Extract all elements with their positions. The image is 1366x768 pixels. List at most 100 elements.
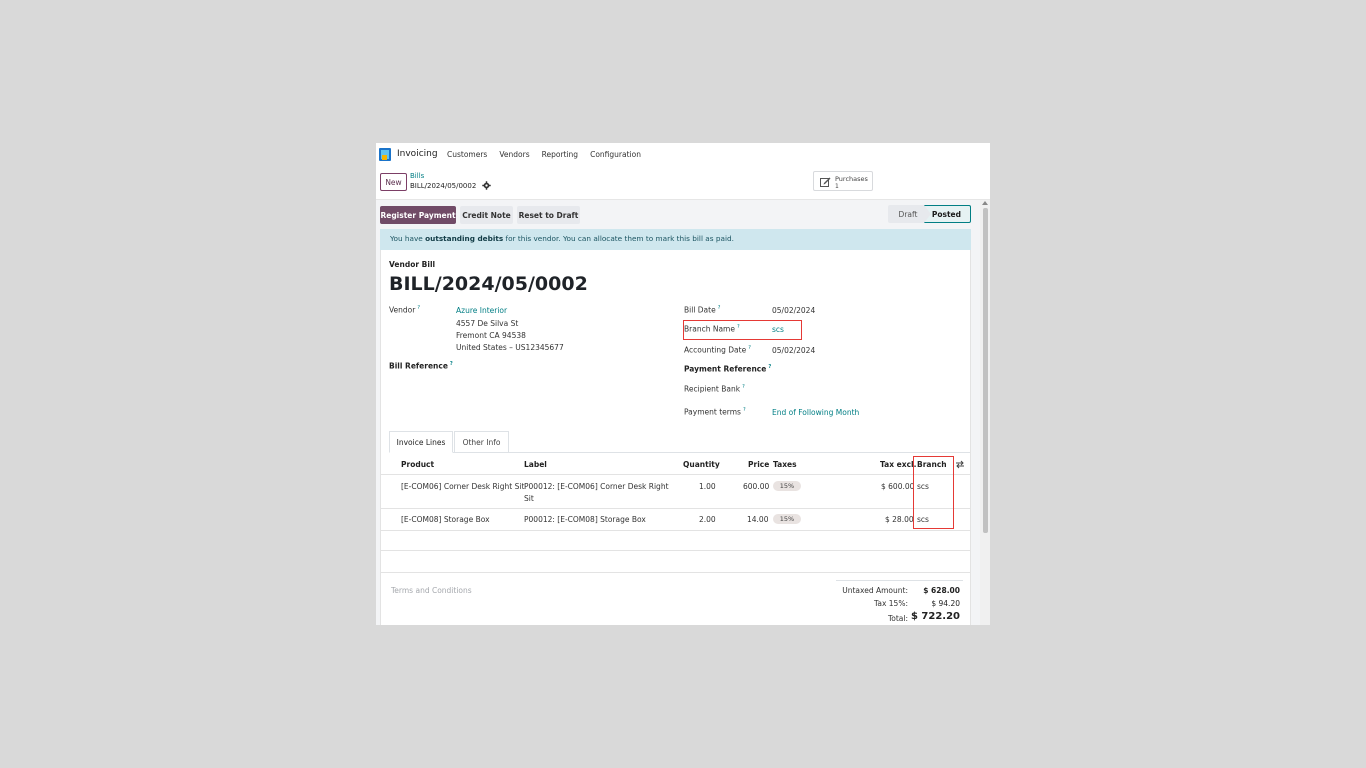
vendor-link[interactable]: Azure Interior (456, 306, 507, 315)
line-label-wrap: Sit (524, 494, 534, 503)
tax-label: Tax 15%: (874, 599, 908, 608)
payment-terms-label: Payment terms? (684, 407, 746, 417)
help-icon[interactable]: ? (742, 384, 745, 390)
terms-and-conditions-field[interactable]: Terms and Conditions (391, 586, 472, 595)
totals-divider (836, 580, 963, 581)
breadcrumb-bills[interactable]: Bills (410, 172, 424, 180)
column-header-taxes[interactable]: Taxes (773, 460, 797, 469)
line-subtotal: $ 28.00 (885, 515, 914, 524)
bill-date-field[interactable]: 05/02/2024 (772, 306, 815, 315)
branch-name-label: Branch Name? (684, 324, 740, 334)
table-divider (380, 508, 971, 509)
bill-reference-label: Bill Reference? (389, 361, 453, 371)
help-icon[interactable]: ? (450, 361, 453, 367)
vendor-label-text: Vendor (389, 305, 416, 315)
vendor-address-line: Fremont CA 94538 (456, 331, 526, 340)
line-price[interactable]: 14.00 (747, 515, 768, 524)
column-header-quantity[interactable]: Quantity (683, 460, 720, 469)
page-title: BILL/2024/05/0002 (389, 273, 588, 295)
help-icon[interactable]: ? (748, 345, 751, 351)
help-icon[interactable]: ? (417, 305, 420, 311)
edit-icon (820, 177, 831, 187)
purchases-smart-button[interactable]: Purchases 1 (813, 171, 873, 191)
tab-other-info[interactable]: Other Info (454, 431, 509, 453)
invoicing-app-icon[interactable] (379, 148, 391, 161)
menu-vendors[interactable]: Vendors (499, 150, 529, 159)
help-icon[interactable]: ? (743, 407, 746, 413)
smart-button-label: Purchases (835, 175, 868, 183)
table-divider (380, 550, 971, 551)
alert-text-bold: outstanding debits (425, 234, 504, 243)
line-product[interactable]: [E-COM06] Corner Desk Right Sit (401, 482, 524, 491)
scroll-up-arrow[interactable] (982, 201, 988, 205)
odoo-window: Invoicing Customers Vendors Reporting Co… (376, 143, 990, 625)
line-quantity[interactable]: 2.00 (699, 515, 716, 524)
credit-note-button[interactable]: Credit Note (460, 206, 513, 224)
vendor-label: Vendor? (389, 305, 420, 315)
total-value: $ 722.20 (910, 611, 960, 622)
table-divider (380, 474, 971, 475)
app-name[interactable]: Invoicing (397, 149, 438, 159)
document-type: Vendor Bill (389, 260, 436, 269)
payment-terms-label-text: Payment terms (684, 407, 741, 417)
scroll-thumb[interactable] (983, 208, 988, 533)
help-icon[interactable]: ? (768, 364, 771, 370)
help-icon[interactable]: ? (718, 305, 721, 311)
line-label[interactable]: P00012: [E-COM08] Storage Box (524, 515, 646, 524)
menu-customers[interactable]: Customers (447, 150, 487, 159)
line-price[interactable]: 600.00 (743, 482, 769, 491)
line-label[interactable]: P00012: [E-COM06] Corner Desk Right (524, 482, 669, 491)
line-quantity[interactable]: 1.00 (699, 482, 716, 491)
stage-draft[interactable]: Draft (888, 205, 928, 223)
payment-reference-label: Payment Reference? (684, 364, 771, 374)
register-payment-button[interactable]: Register Payment (380, 206, 456, 224)
menu-reporting[interactable]: Reporting (542, 150, 578, 159)
reset-to-draft-button[interactable]: Reset to Draft (517, 206, 580, 224)
menu-configuration[interactable]: Configuration (590, 150, 641, 159)
tax-badge[interactable]: 15% (773, 514, 801, 524)
table-divider (380, 572, 971, 573)
breadcrumb-current: BILL/2024/05/0002 (410, 182, 477, 190)
gear-icon[interactable] (482, 181, 491, 190)
column-header-product[interactable]: Product (401, 460, 434, 469)
line-subtotal: $ 600.00 (881, 482, 915, 491)
recipient-bank-label: Recipient Bank? (684, 384, 745, 394)
accounting-date-field[interactable]: 05/02/2024 (772, 346, 815, 355)
tax-value: $ 94.20 (931, 599, 960, 608)
total-label: Total: (887, 614, 908, 623)
accounting-date-label: Accounting Date? (684, 345, 751, 355)
vendor-address-line: 4557 De Silva St (456, 319, 519, 328)
recipient-bank-label-text: Recipient Bank (684, 384, 741, 394)
bill-date-label-text: Bill Date (684, 305, 716, 315)
bill-date-label: Bill Date? (684, 305, 720, 315)
top-navbar: Invoicing Customers Vendors Reporting Co… (376, 143, 990, 166)
smart-button-count: 1 (835, 183, 839, 190)
accounting-date-label-text: Accounting Date (684, 345, 747, 355)
untaxed-amount-label: Untaxed Amount: (842, 586, 908, 595)
stage-posted[interactable]: Posted (924, 205, 971, 223)
scrollbar[interactable] (980, 200, 990, 625)
column-header-tax-excl[interactable]: Tax excl. (880, 460, 916, 469)
outstanding-debits-alert: You have outstanding debits for this ven… (380, 229, 971, 250)
table-divider (380, 530, 971, 531)
main-menu: Customers Vendors Reporting Configuratio… (447, 150, 653, 159)
alert-text-suffix: for this vendor. You can allocate them t… (503, 234, 734, 243)
column-settings-icon[interactable] (955, 460, 965, 469)
branch-name-label-text: Branch Name (684, 324, 735, 334)
payment-terms-field[interactable]: End of Following Month (772, 408, 859, 417)
tab-invoice-lines[interactable]: Invoice Lines (389, 431, 453, 453)
tab-divider (389, 452, 970, 453)
branch-name-field[interactable]: scs (772, 325, 784, 334)
column-header-price[interactable]: Price (748, 460, 769, 469)
column-header-label[interactable]: Label (524, 460, 547, 469)
tax-badge[interactable]: 15% (773, 481, 801, 491)
new-button[interactable]: New (380, 173, 407, 191)
branch-column-highlight (913, 456, 954, 529)
bill-reference-label-text: Bill Reference (389, 361, 448, 371)
payment-reference-label-text: Payment Reference (684, 364, 767, 374)
help-icon[interactable]: ? (737, 324, 740, 330)
alert-text-prefix: You have (390, 234, 426, 243)
line-product[interactable]: [E-COM08] Storage Box (401, 515, 490, 524)
vendor-address-line: United States – US12345677 (456, 343, 564, 352)
untaxed-amount-value: $ 628.00 (923, 586, 960, 595)
